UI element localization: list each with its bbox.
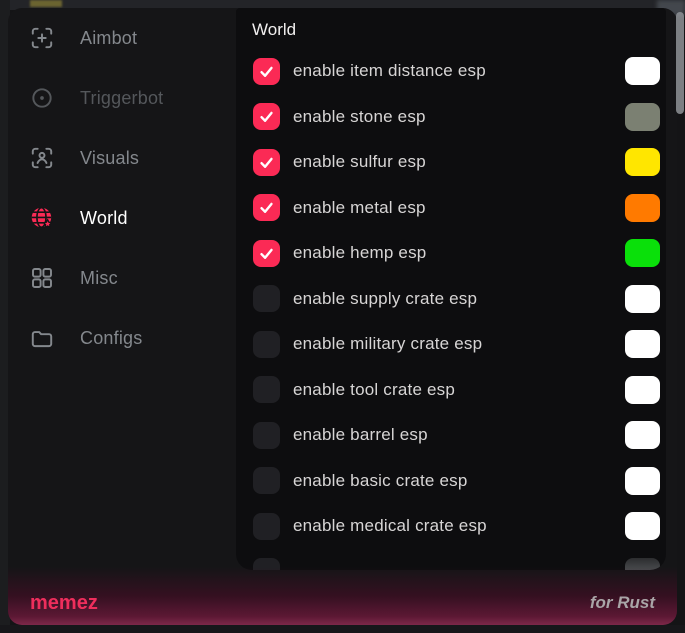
option-row: enable metal esp: [236, 194, 666, 222]
sidebar-item-world[interactable]: World: [8, 188, 236, 248]
option-row: enable basic crate esp: [236, 467, 666, 495]
checkbox[interactable]: [253, 422, 280, 449]
color-swatch[interactable]: [625, 103, 660, 131]
sidebar-item-visuals[interactable]: Visuals: [8, 128, 236, 188]
color-swatch[interactable]: [625, 148, 660, 176]
option-row: enable medical crate esp: [236, 512, 666, 540]
option-label: enable sulfur esp: [293, 152, 426, 172]
checkbox[interactable]: [253, 149, 280, 176]
checkbox[interactable]: [253, 58, 280, 85]
option-row: enable supply crate esp: [236, 285, 666, 313]
visuals-icon: [29, 145, 55, 171]
option-label: enable military crate esp: [293, 334, 482, 354]
option-label: enable supply crate esp: [293, 289, 477, 309]
sidebar-item-label: Triggerbot: [80, 88, 163, 109]
misc-icon: [29, 265, 55, 291]
option-row: enable item distance esp: [236, 57, 666, 85]
checkbox[interactable]: [253, 376, 280, 403]
option-label: enable tool crate esp: [293, 380, 455, 400]
sidebar-item-triggerbot[interactable]: Triggerbot: [8, 68, 236, 128]
footer-bar: memez for Rust: [8, 567, 677, 625]
sidebar-item-label: Configs: [80, 328, 142, 349]
brand-label: memez: [30, 592, 98, 615]
tagline-label: for Rust: [590, 593, 655, 613]
sidebar-item-label: World: [80, 208, 128, 229]
sidebar-item-label: Misc: [80, 268, 118, 289]
checkbox[interactable]: [253, 285, 280, 312]
sidebar-item-aimbot[interactable]: Aimbot: [8, 8, 236, 68]
sidebar-item-label: Aimbot: [80, 28, 137, 49]
color-swatch[interactable]: [625, 467, 660, 495]
checkbox[interactable]: [253, 194, 280, 221]
sidebar-item-label: Visuals: [80, 148, 139, 169]
screen: AimbotTriggerbotVisualsWorldMiscConfigs …: [0, 0, 685, 633]
option-label: enable barrel esp: [293, 425, 428, 445]
option-label: enable item distance esp: [293, 61, 486, 81]
color-swatch[interactable]: [625, 330, 660, 358]
configs-icon: [29, 325, 55, 351]
world-icon: [29, 205, 55, 231]
world-panel: World enable item distance espenable sto…: [236, 8, 666, 570]
option-row: enable barrel esp: [236, 421, 666, 449]
checkbox[interactable]: [253, 331, 280, 358]
option-row: enable sulfur esp: [236, 148, 666, 176]
color-swatch[interactable]: [625, 376, 660, 404]
option-label: enable metal esp: [293, 198, 426, 218]
option-row: enable military crate esp: [236, 330, 666, 358]
options-list: enable item distance esp enable stone esp…: [236, 8, 666, 570]
sidebar-item-misc[interactable]: Misc: [8, 248, 236, 308]
background-bottom-strip: [0, 625, 685, 633]
sidebar-item-configs[interactable]: Configs: [8, 308, 236, 368]
color-swatch[interactable]: [625, 57, 660, 85]
option-row: enable tool crate esp: [236, 376, 666, 404]
triggerbot-icon: [29, 85, 55, 111]
background-artifact: [30, 0, 62, 7]
option-row: enable stone esp: [236, 103, 666, 131]
color-swatch[interactable]: [625, 285, 660, 313]
background-scrollbar[interactable]: [676, 12, 684, 114]
color-swatch[interactable]: [625, 421, 660, 449]
option-label: enable stone esp: [293, 107, 426, 127]
checkbox[interactable]: [253, 240, 280, 267]
option-label: enable basic crate esp: [293, 471, 468, 491]
option-row: enable hemp esp: [236, 239, 666, 267]
checkbox[interactable]: [253, 103, 280, 130]
color-swatch[interactable]: [625, 194, 660, 222]
checkbox[interactable]: [253, 467, 280, 494]
option-label: enable medical crate esp: [293, 516, 487, 536]
color-swatch[interactable]: [625, 239, 660, 267]
sidebar: Aimbot Triggerbot Visuals World Misc Configs: [8, 8, 236, 625]
aimbot-icon: [29, 25, 55, 51]
cheat-window: AimbotTriggerbotVisualsWorldMiscConfigs …: [8, 8, 677, 625]
checkbox[interactable]: [253, 513, 280, 540]
color-swatch[interactable]: [625, 512, 660, 540]
option-label: enable hemp esp: [293, 243, 426, 263]
